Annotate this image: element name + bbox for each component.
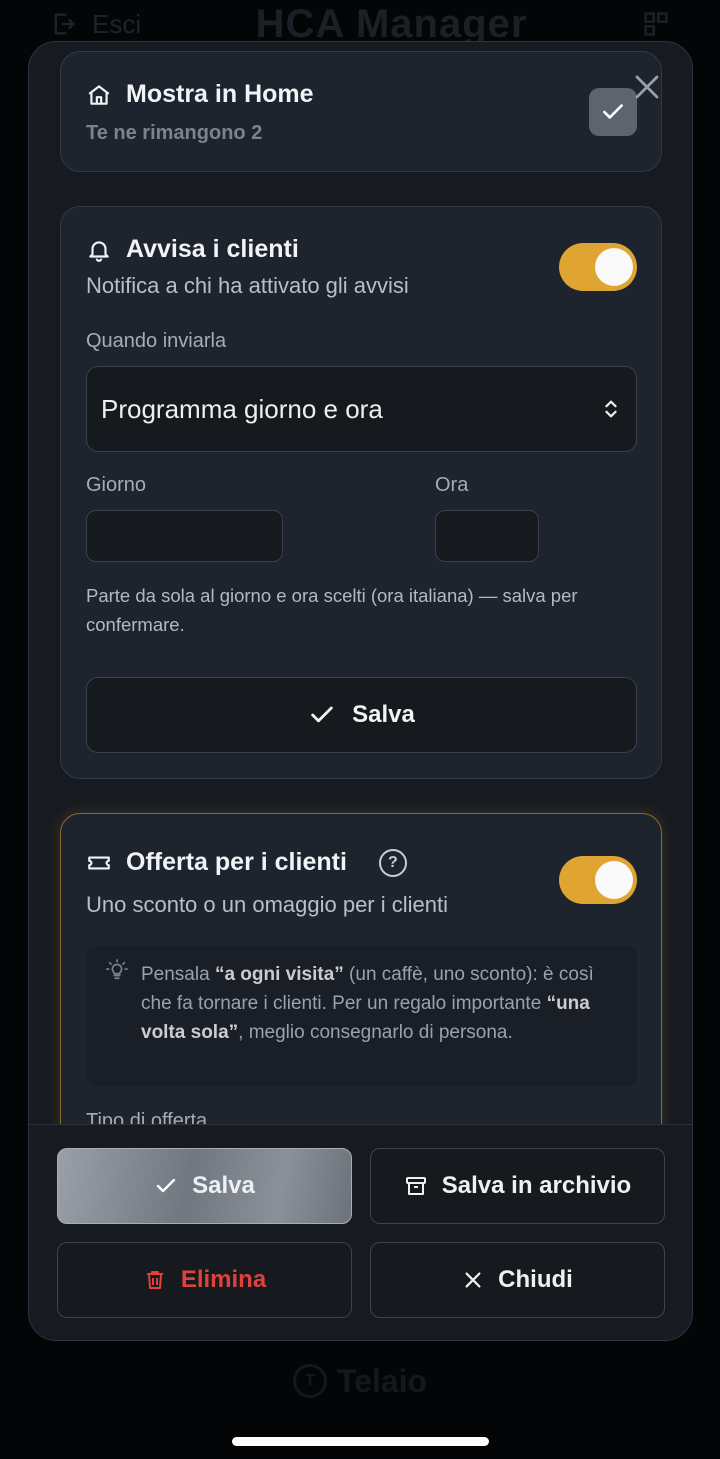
archive-icon xyxy=(405,1177,426,1195)
notify-card-title-row: Avvisa i clienti xyxy=(86,235,299,264)
offer-card-title: Offerta per i clienti xyxy=(126,848,347,876)
offer-tip-box: Pensala “a ogni visita” (un caffè, uno s… xyxy=(86,946,637,1086)
background-footer-brand: Telaio xyxy=(336,1362,428,1399)
save-archive-label: Salva in archivio xyxy=(441,1172,632,1199)
home-indicator[interactable] xyxy=(232,1437,489,1446)
toggle-knob xyxy=(595,248,633,286)
toggle-knob xyxy=(595,861,633,899)
lightbulb-icon xyxy=(106,959,128,980)
when-select[interactable]: Programma giorno e ora xyxy=(86,366,637,452)
notify-card-subtitle: Notifica a chi ha attivato gli avvisi xyxy=(86,273,409,298)
logout-icon xyxy=(54,13,75,35)
brand-logo-icon: T xyxy=(292,1364,327,1398)
check-icon xyxy=(603,104,623,119)
home-card-title-row: Mostra in Home xyxy=(86,80,314,109)
time-input[interactable] xyxy=(435,510,539,562)
notify-toggle[interactable] xyxy=(559,243,637,291)
notify-card: Avvisa i clienti Notifica a chi ha attiv… xyxy=(60,206,662,779)
home-card: Mostra in Home Te ne rimangono 2 xyxy=(60,51,662,172)
delete-label: Elimina xyxy=(180,1266,267,1293)
schedule-hint: Parte da sola al giorno e ora scelti (or… xyxy=(86,585,578,635)
notify-save-label: Salva xyxy=(352,701,415,728)
close-label: Chiudi xyxy=(498,1266,573,1293)
save-archive-button[interactable]: Salva in archivio xyxy=(370,1148,665,1224)
check-icon xyxy=(156,1178,176,1193)
close-icon[interactable] xyxy=(632,72,662,102)
offer-tip-text: Pensala “a ogni visita” (un caffè, uno s… xyxy=(141,964,594,1043)
close-button[interactable]: Chiudi xyxy=(370,1242,665,1318)
chevron-updown-icon xyxy=(605,400,617,418)
notify-card-title: Avvisa i clienti xyxy=(126,235,299,263)
when-select-value: Programma giorno e ora xyxy=(101,393,383,424)
background-exit: Esci xyxy=(50,9,141,40)
offer-toggle[interactable] xyxy=(559,856,637,904)
day-label: Giorno xyxy=(86,474,147,496)
ticket-icon xyxy=(88,856,110,869)
qr-icon xyxy=(644,12,668,36)
background-exit-label: Esci xyxy=(92,8,142,39)
offer-card-subtitle: Uno sconto o un omaggio per i clienti xyxy=(86,892,448,917)
when-label: Quando inviarla xyxy=(86,330,227,352)
modal-scroll-area[interactable]: Mostra in Home Te ne rimangono 2 Avvisa … xyxy=(29,42,692,1124)
help-icon[interactable]: ? xyxy=(378,848,407,877)
check-icon xyxy=(311,706,333,723)
bell-icon xyxy=(89,240,109,262)
home-card-subtitle: Te ne rimangono 2 xyxy=(86,122,263,144)
edit-modal: Mostra in Home Te ne rimangono 2 Avvisa … xyxy=(28,41,693,1341)
notify-save-button[interactable]: Salva xyxy=(86,677,637,753)
time-label: Ora xyxy=(435,474,469,496)
modal-footer: Salva Salva in archivio Elimina Chiudi xyxy=(29,1124,692,1340)
home-icon xyxy=(88,84,110,105)
delete-button[interactable]: Elimina xyxy=(57,1242,352,1318)
home-card-title: Mostra in Home xyxy=(126,80,314,108)
background-footer: T Telaio xyxy=(0,1356,720,1406)
save-button[interactable]: Salva xyxy=(57,1148,352,1224)
offer-card-title-row: Offerta per i clienti ? xyxy=(86,848,407,877)
background-app-title: HCA Manager xyxy=(255,1,528,46)
show-in-home-checkbox[interactable] xyxy=(589,88,637,136)
offer-type-label: Tipo di offerta xyxy=(86,1110,208,1124)
close-icon xyxy=(465,1272,481,1288)
save-label: Salva xyxy=(192,1172,255,1199)
offer-card: Offerta per i clienti ? Uno sconto o un … xyxy=(60,813,662,1124)
trash-icon xyxy=(146,1271,163,1289)
day-input[interactable] xyxy=(86,510,283,562)
